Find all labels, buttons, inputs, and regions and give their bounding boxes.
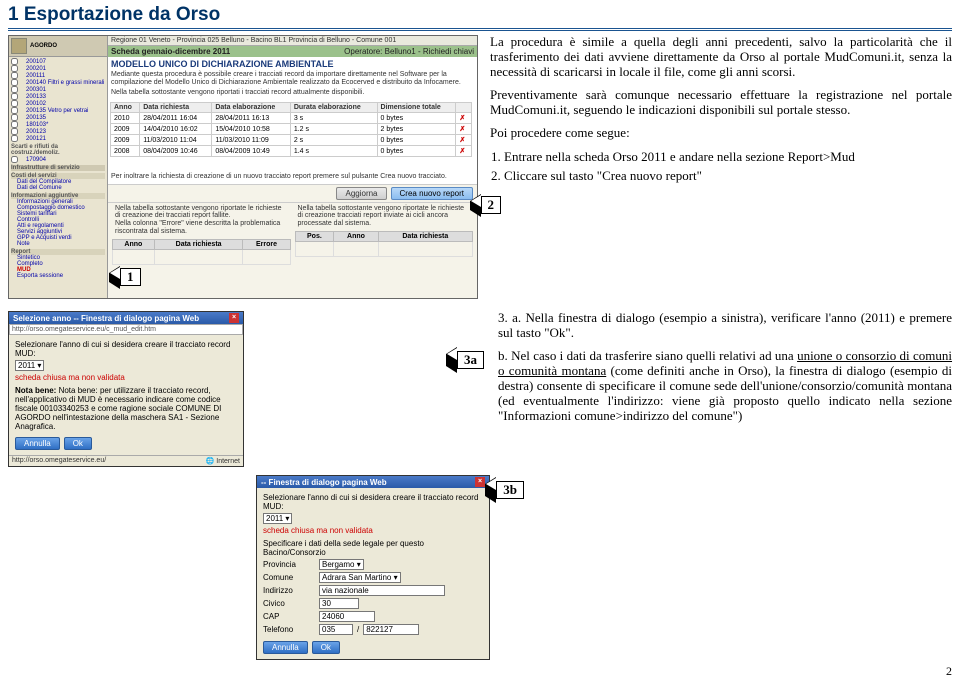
chk[interactable] <box>11 65 18 72</box>
nota-bene: Nota bene: Nota bene: per utilizzare il … <box>15 386 237 431</box>
callout-3b: 3b <box>485 481 524 499</box>
intro-p2: Preventivamente sarà comunque necessario… <box>490 88 952 118</box>
brand-name: AGORDO <box>30 43 57 49</box>
tel-prefix-input[interactable] <box>319 624 353 635</box>
chk[interactable] <box>11 107 18 114</box>
status-url: http://orso.omegateservice.eu/ <box>12 457 106 465</box>
url-bar: http://orso.omegateservice.eu/c_mud_edit… <box>9 324 243 335</box>
table-row: 200914/04/2010 16:0215/04/2010 10:581.2 … <box>111 124 472 135</box>
delete-icon[interactable]: ✗ <box>456 146 471 157</box>
dialog-text: Selezionare l'anno di cui si desidera cr… <box>15 340 237 358</box>
delete-icon[interactable]: ✗ <box>456 113 471 124</box>
year-select[interactable]: 2011 ▾ <box>15 360 44 371</box>
validation-note: scheda chiusa ma non validata <box>15 373 237 382</box>
step-2: Cliccare sul tasto "Crea nuovo report" <box>504 168 952 184</box>
instructions-panel: La procedura è simile a quella degli ann… <box>490 35 952 299</box>
step-3a: 3. a. Nella finestra di dialogo (esempio… <box>498 311 952 341</box>
instructions-3: 3. a. Nella finestra di dialogo (esempio… <box>498 311 952 467</box>
cancel-button[interactable]: Annulla <box>263 641 308 654</box>
chk[interactable] <box>11 72 18 79</box>
validation-note: scheda chiusa ma non validata <box>263 526 483 535</box>
chk[interactable] <box>11 128 18 135</box>
chk[interactable] <box>11 93 18 100</box>
cap-input[interactable] <box>319 611 375 622</box>
ok-button[interactable]: Ok <box>312 641 340 654</box>
chk[interactable] <box>11 121 18 128</box>
brand-bar: AGORDO <box>9 36 107 57</box>
chk[interactable] <box>11 58 18 65</box>
dialog-3a: Selezione anno -- Finestra di dialogo pa… <box>8 311 244 467</box>
dialog-3b: -- Finestra di dialogo pagina Web × Sele… <box>256 475 490 660</box>
records-table: AnnoData richiestaData elaborazioneDurat… <box>110 102 472 157</box>
close-icon[interactable]: × <box>229 313 239 323</box>
panel-title: Modello Unico di Dichiarazione Ambiental… <box>108 57 477 71</box>
refresh-button[interactable]: Aggiorna <box>336 187 386 200</box>
chk[interactable] <box>11 156 18 163</box>
page-number: 2 <box>8 664 952 679</box>
callout-3a: 3a <box>446 351 484 369</box>
chk[interactable] <box>11 114 18 121</box>
chk[interactable] <box>11 86 18 93</box>
ok-button[interactable]: Ok <box>64 437 92 450</box>
sidebar-section-scarti: Scarti e rifiuti da costruz./demoliz. <box>11 144 105 156</box>
sidebar-item[interactable]: Dati del Comune <box>11 185 105 191</box>
dialog-subhead: Specificare i dati della sede legale per… <box>263 539 483 557</box>
app-logo-icon <box>11 38 27 54</box>
callout-2: 2 <box>470 196 502 214</box>
status-zone: Internet <box>216 458 240 465</box>
comune-select[interactable]: Adrara San Martino ▾ <box>319 572 401 583</box>
chk[interactable] <box>11 79 18 86</box>
dialog-title: Selezione anno -- Finestra di dialogo pa… <box>13 314 199 323</box>
breadcrumb-bar: Regione 01 Veneto - Provincia 025 Bellun… <box>108 36 477 46</box>
indirizzo-input[interactable] <box>319 585 445 596</box>
close-icon[interactable]: × <box>475 477 485 487</box>
provincia-select[interactable]: Bergamo ▾ <box>319 559 364 570</box>
tel-number-input[interactable] <box>363 624 419 635</box>
delete-icon[interactable]: ✗ <box>456 135 471 146</box>
panel-desc: Mediante questa procedura è possibile cr… <box>108 71 477 89</box>
period-bar: Scheda gennaio-dicembre 2011 Operatore: … <box>108 46 477 57</box>
cancel-button[interactable]: Annulla <box>15 437 60 450</box>
create-report-button[interactable]: Crea nuovo report <box>391 187 473 200</box>
dialog-title: -- Finestra di dialogo pagina Web <box>261 478 387 487</box>
step-3b: b. Nel caso i dati da trasferire siano q… <box>498 349 952 424</box>
sidebar-hdr-infra: Infrastrutture di servizio <box>11 165 105 171</box>
callout-1: 1 <box>109 268 141 286</box>
delete-icon[interactable]: ✗ <box>456 124 471 135</box>
sidebar: AGORDO 200107 200201 200111 200140 Filtr… <box>9 36 108 298</box>
step-1: Entrare nella scheda Orso 2011 e andare … <box>504 149 952 165</box>
table-row: 201028/04/2011 16:0428/04/2011 16:133 s0… <box>111 113 472 124</box>
proc-heading: Poi procedere come segue: <box>490 126 952 141</box>
civico-input[interactable] <box>319 598 359 609</box>
page-heading: 1 Esportazione da Orso <box>8 4 952 31</box>
year-select[interactable]: 2011 ▾ <box>263 513 292 524</box>
table-row: 200911/03/2010 11:0411/03/2010 11:092 s0… <box>111 135 472 146</box>
chk[interactable] <box>11 135 18 142</box>
table-row: 200808/04/2009 10:4608/04/2009 10:491.4 … <box>111 146 472 157</box>
chk[interactable] <box>11 100 18 107</box>
intro-p1: La procedura è simile a quella degli ann… <box>490 35 952 80</box>
screenshot-main-app: AGORDO 200107 200201 200111 200140 Filtr… <box>8 35 478 299</box>
operator-label: Operatore: Belluno1 - Richiedi chiavi <box>344 47 474 56</box>
